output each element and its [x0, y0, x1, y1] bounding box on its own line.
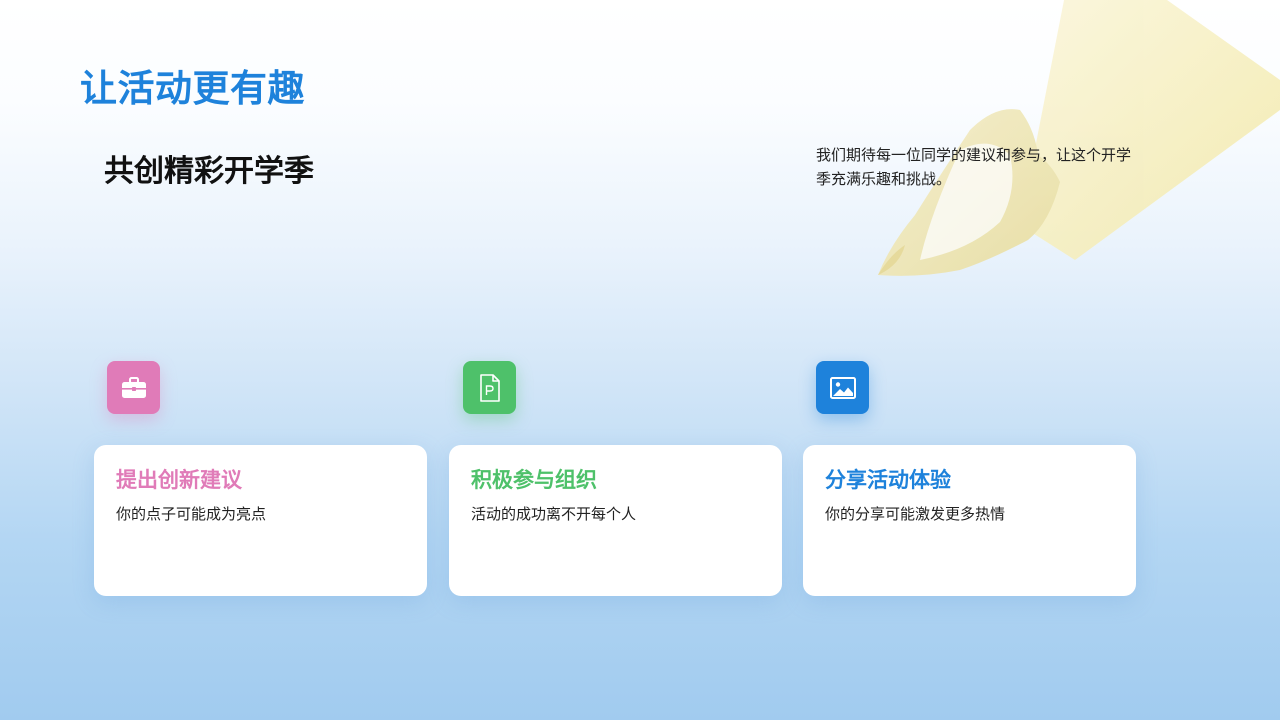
card-description: 你的分享可能激发更多热情 — [825, 505, 1006, 523]
card-description: 活动的成功离不开每个人 — [471, 505, 637, 523]
card-description: 你的点子可能成为亮点 — [116, 505, 267, 523]
card-sharing: 分享活动体验 你的分享可能激发更多热情 — [803, 445, 1136, 596]
intro-paragraph: 我们期待每一位同学的建议和参与，让这个开学季充满乐趣和挑战。 — [816, 146, 1132, 188]
card-title: 提出创新建议 — [116, 468, 242, 492]
card-title: 分享活动体验 — [825, 468, 951, 492]
page-subtitle: 共创精彩开学季 — [104, 154, 314, 189]
page-title: 让活动更有趣 — [80, 67, 305, 110]
document-icon — [463, 361, 516, 414]
card-title: 积极参与组织 — [471, 468, 597, 492]
card-participation: 积极参与组织 活动的成功离不开每个人 — [449, 445, 782, 596]
briefcase-icon — [107, 361, 160, 414]
image-icon — [816, 361, 869, 414]
card-suggestion: 提出创新建议 你的点子可能成为亮点 — [94, 445, 427, 596]
